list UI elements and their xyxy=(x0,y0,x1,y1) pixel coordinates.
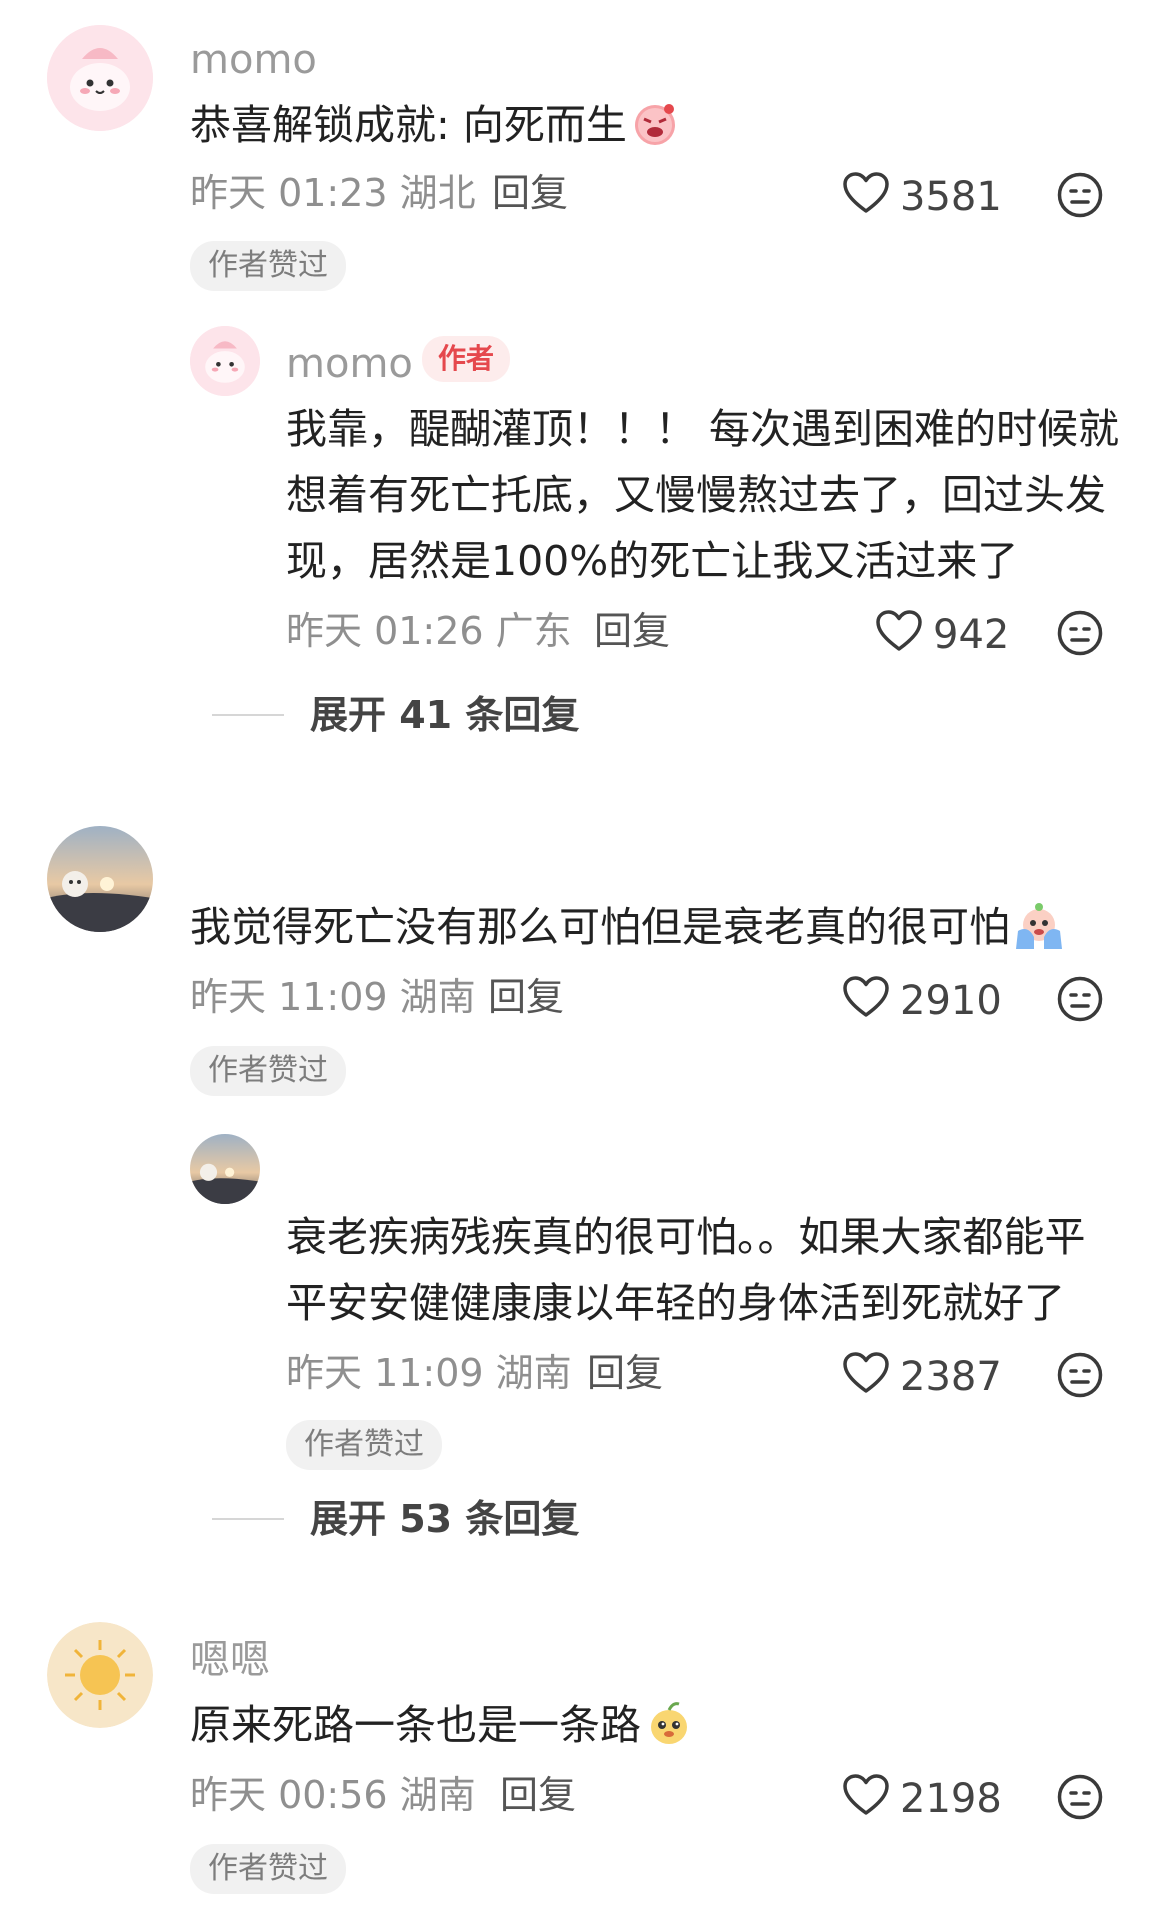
comment-text: 原来死路一条也是一条路 xyxy=(190,1692,693,1766)
crying-emoji xyxy=(1014,901,1064,968)
reply-text-line: 我靠，醍醐灌顶！！！ 每次遇到困难的时候就 xyxy=(286,405,1120,453)
expand-replies-label: 展开 41 条回复 xyxy=(310,693,580,737)
like-count: 942 xyxy=(933,612,1010,658)
divider xyxy=(212,1518,284,1520)
expand-replies-button[interactable]: 展开 53 条回复 xyxy=(212,1496,612,1544)
like-count: 3581 xyxy=(900,174,1002,220)
comment-item: 嗯嗯 原来死路一条也是一条路 昨天 00:56 湖南 回复 2198 作者赞过 xyxy=(0,1610,1168,1910)
neutral-face-icon xyxy=(1057,172,1103,218)
avatar[interactable] xyxy=(47,1622,153,1728)
like-button[interactable] xyxy=(843,1774,889,1816)
neutral-face-icon xyxy=(1057,976,1103,1022)
reply-meta: 昨天 01:26 广东 xyxy=(286,609,572,653)
author-liked-badge: 作者赞过 xyxy=(190,1046,346,1096)
heart-icon xyxy=(843,1774,889,1815)
author-tag: 作者 xyxy=(422,336,511,382)
comment-meta: 昨天 00:56 湖南 xyxy=(190,1773,476,1817)
comment-item: 我觉得死亡没有那么可怕但是衰老真的很可怕 昨天 11:09 湖南 回复 2910… xyxy=(0,810,1168,1110)
expand-replies-button[interactable]: 展开 41 条回复 xyxy=(212,692,612,740)
angry-pig-emoji xyxy=(631,99,679,166)
divider xyxy=(212,714,284,716)
neutral-face-icon xyxy=(1057,1352,1103,1398)
like-count: 2910 xyxy=(900,978,1002,1024)
reply-button[interactable]: 回复 xyxy=(594,612,670,650)
heart-icon xyxy=(843,172,889,213)
reply-button[interactable]: 回复 xyxy=(587,1354,663,1392)
expand-replies-label: 展开 53 条回复 xyxy=(310,1497,580,1541)
neutral-face-icon xyxy=(1057,1774,1103,1820)
dislike-button[interactable] xyxy=(1057,610,1103,656)
username[interactable]: 嗯嗯 xyxy=(190,1640,270,1680)
reply-item: 衰老疾病残疾真的很可怕。。如果大家都能平 平安安健健康康以年轻的身体活到死就好了… xyxy=(0,1128,1168,1470)
reply-button[interactable]: 回复 xyxy=(492,174,568,212)
avatar[interactable] xyxy=(190,1134,260,1204)
author-liked-badge: 作者赞过 xyxy=(190,1844,346,1894)
like-button[interactable] xyxy=(843,976,889,1018)
reply-button[interactable]: 回复 xyxy=(500,1776,576,1814)
reply-meta: 昨天 11:09 湖南 xyxy=(286,1351,572,1395)
happy-pear-emoji xyxy=(645,1699,693,1766)
like-count: 2198 xyxy=(900,1776,1002,1822)
avatar[interactable] xyxy=(190,326,260,396)
author-liked-badge: 作者赞过 xyxy=(190,241,346,291)
dislike-button[interactable] xyxy=(1057,1352,1103,1398)
dislike-button[interactable] xyxy=(1057,1774,1103,1820)
comment-text-content: 恭喜解锁成就: 向死而生 xyxy=(190,101,627,149)
reply-text-line: 衰老疾病残疾真的很可怕。。如果大家都能平 xyxy=(286,1213,1086,1261)
comment-item: momo 恭喜解锁成就: 向死而生 昨天 01:23 湖北 回复 3581 作者… xyxy=(0,0,1168,300)
comment-meta: 昨天 01:23 湖北 xyxy=(190,171,476,215)
heart-icon xyxy=(843,1352,889,1393)
username[interactable]: momo xyxy=(190,40,317,80)
username[interactable]: momo xyxy=(286,344,413,384)
reply-item: momo 作者 我靠，醍醐灌顶！！！ 每次遇到困难的时候就 想着有死亡托底，又慢… xyxy=(0,320,1168,660)
like-button[interactable] xyxy=(843,1352,889,1394)
avatar[interactable] xyxy=(47,826,153,932)
comment-text-content: 我觉得死亡没有那么可怕但是衰老真的很可怕 xyxy=(190,903,1010,951)
avatar[interactable] xyxy=(47,25,153,131)
like-button[interactable] xyxy=(843,172,889,214)
like-count: 2387 xyxy=(900,1354,1002,1400)
heart-icon xyxy=(843,976,889,1017)
reply-text-line: 想着有死亡托底，又慢慢熬过去了，回过头发 xyxy=(286,471,1106,519)
like-button[interactable] xyxy=(876,610,922,652)
heart-icon xyxy=(876,610,922,651)
comment-text: 我觉得死亡没有那么可怕但是衰老真的很可怕 xyxy=(190,894,1064,968)
reply-text-line: 平安安健健康康以年轻的身体活到死就好了 xyxy=(286,1279,1065,1327)
comment-text-content: 原来死路一条也是一条路 xyxy=(190,1701,641,1749)
dislike-button[interactable] xyxy=(1057,172,1103,218)
neutral-face-icon xyxy=(1057,610,1103,656)
reply-text-line: 现，居然是100%的死亡让我又活过来了 xyxy=(286,537,1019,585)
author-liked-badge: 作者赞过 xyxy=(286,1420,442,1470)
reply-button[interactable]: 回复 xyxy=(488,978,564,1016)
comment-text: 恭喜解锁成就: 向死而生 xyxy=(190,92,679,166)
dislike-button[interactable] xyxy=(1057,976,1103,1022)
comment-meta: 昨天 11:09 湖南 xyxy=(190,975,476,1019)
